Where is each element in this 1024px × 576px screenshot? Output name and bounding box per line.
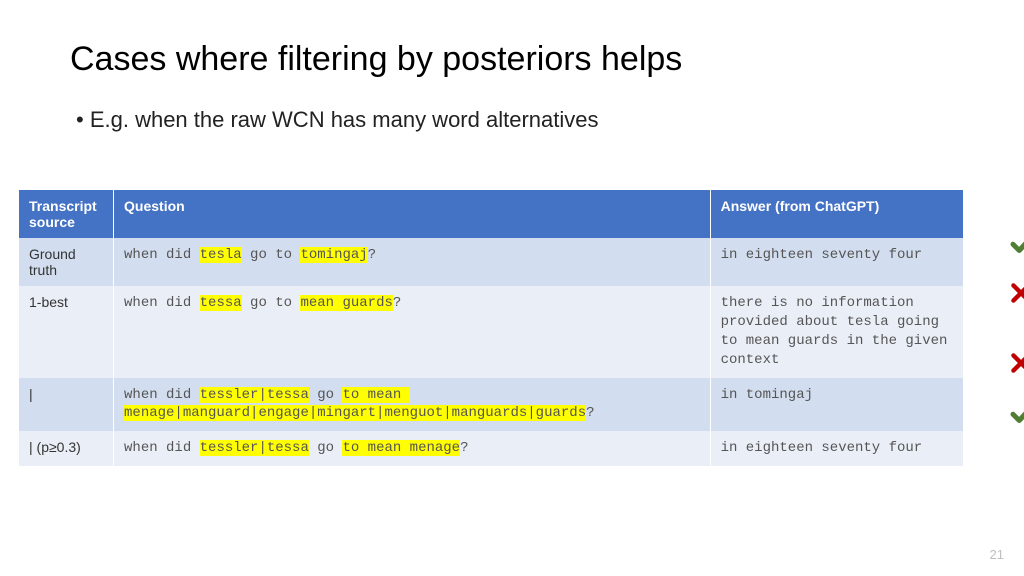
plain-text: when did	[124, 440, 200, 456]
plain-text: ?	[368, 247, 376, 263]
table-row: | (p≥0.3)when did tessler|tessa go to me…	[19, 431, 964, 466]
check-icon	[1008, 398, 1024, 428]
result-correct	[1008, 228, 1024, 258]
slide-title: Cases where filtering by posteriors help…	[70, 40, 954, 79]
cell-source: 1-best	[19, 286, 114, 378]
cell-question: when did tessler|tessa go to mean menage…	[114, 431, 711, 466]
table-row: |when did tessler|tessa go to mean menag…	[19, 378, 964, 432]
plain-text: ?	[460, 440, 468, 456]
slide: Cases where filtering by posteriors help…	[0, 0, 1024, 576]
cell-answer: in eighteen seventy four	[710, 238, 963, 286]
plain-text: when did	[124, 247, 200, 263]
table-row: Ground truthwhen did tesla go to tominga…	[19, 238, 964, 286]
cell-source: |	[19, 378, 114, 432]
cell-answer: there is no information provided about t…	[710, 286, 963, 378]
result-correct	[1008, 398, 1024, 428]
cell-question: when did tessler|tessa go to mean menage…	[114, 378, 711, 432]
highlighted-text: tessa	[200, 295, 242, 311]
plain-text: when did	[124, 387, 200, 403]
check-icon	[1008, 228, 1024, 258]
page-number: 21	[990, 547, 1004, 562]
highlighted-text: tessler|tessa	[200, 387, 309, 403]
cell-question: when did tessa go to mean guards?	[114, 286, 711, 378]
table-header-row: Transcript source Question Answer (from …	[19, 190, 964, 238]
highlighted-text: tomingaj	[300, 247, 367, 263]
table-body: Ground truthwhen did tesla go to tominga…	[19, 238, 964, 466]
plain-text: ?	[393, 295, 401, 311]
highlighted-text: tesla	[200, 247, 242, 263]
cell-question: when did tesla go to tomingaj?	[114, 238, 711, 286]
plain-text: when did	[124, 295, 200, 311]
result-wrong	[1008, 280, 1024, 310]
header-answer: Answer (from ChatGPT)	[710, 190, 963, 238]
highlighted-text: to mean menage	[342, 440, 460, 456]
result-wrong	[1008, 350, 1024, 380]
cell-source: | (p≥0.3)	[19, 431, 114, 466]
cell-answer: in tomingaj	[710, 378, 963, 432]
header-question: Question	[114, 190, 711, 238]
comparison-table: Transcript source Question Answer (from …	[18, 190, 964, 466]
cell-source: Ground truth	[19, 238, 114, 286]
cross-icon	[1008, 350, 1024, 376]
table-row: 1-bestwhen did tessa go to mean guards?t…	[19, 286, 964, 378]
plain-text: go to	[242, 295, 301, 311]
plain-text: go	[309, 387, 343, 403]
plain-text: ?	[586, 405, 594, 421]
cross-icon	[1008, 280, 1024, 306]
highlighted-text: tessler|tessa	[200, 440, 309, 456]
cell-answer: in eighteen seventy four	[710, 431, 963, 466]
bullet-text: E.g. when the raw WCN has many word alte…	[76, 107, 954, 133]
header-transcript-source: Transcript source	[19, 190, 114, 238]
plain-text: go	[309, 440, 343, 456]
highlighted-text: mean guards	[300, 295, 392, 311]
comparison-table-wrap: Transcript source Question Answer (from …	[18, 190, 964, 466]
plain-text: go to	[242, 247, 301, 263]
